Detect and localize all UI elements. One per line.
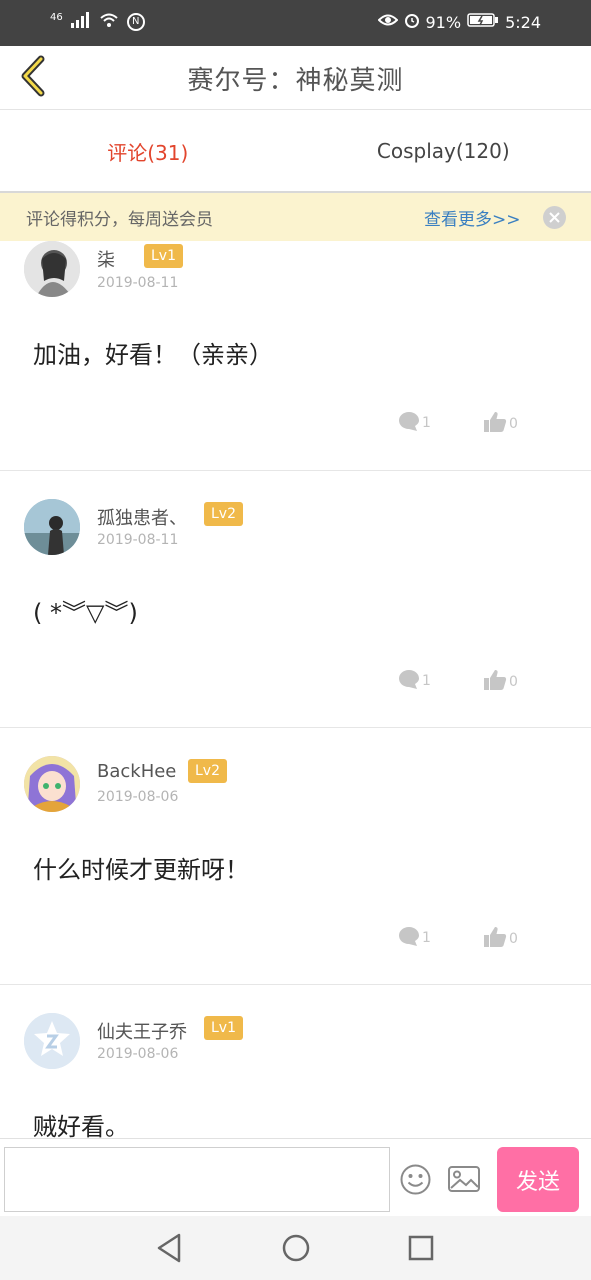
square-recents-icon xyxy=(408,1235,434,1261)
nfc-icon: N xyxy=(126,12,145,31)
comment-input[interactable] xyxy=(4,1147,390,1212)
comment-item: 柒 Lv1 2019-08-11 加油，好看！（亲亲） 1 0 xyxy=(0,241,591,471)
page-title: 赛尔号：神秘莫测 xyxy=(187,66,404,96)
emoji-button[interactable] xyxy=(400,1164,431,1199)
like-button[interactable]: 0 xyxy=(483,926,518,952)
nfc-label: N xyxy=(131,16,140,27)
signal-icon xyxy=(70,12,91,31)
reply-count-icon: 1 xyxy=(422,673,431,689)
thumbs-up-icon xyxy=(483,926,507,952)
reply-button[interactable]: 1 xyxy=(398,411,431,435)
like-button[interactable]: 0 xyxy=(483,669,518,695)
eye-icon xyxy=(377,12,398,32)
like-count-icon: 0 xyxy=(509,674,518,690)
comment-date: 2019-08-11 xyxy=(97,275,179,291)
comment-input-bar: 发送 xyxy=(0,1138,591,1216)
comment-text: 贼好看。 xyxy=(33,1113,129,1138)
level-badge: Lv2 xyxy=(188,759,227,783)
thumbs-up-icon xyxy=(483,411,507,437)
comment-item: 仙夫王子乔 Lv1 2019-08-06 贼好看。 xyxy=(0,985,591,1138)
comment-date: 2019-08-06 xyxy=(97,1046,179,1062)
circle-home-icon xyxy=(282,1234,310,1262)
like-count-icon: 0 xyxy=(509,931,518,947)
clock: 5:24 xyxy=(505,12,541,32)
image-icon xyxy=(448,1166,480,1192)
avatar[interactable] xyxy=(24,756,80,812)
avatar[interactable] xyxy=(24,241,80,297)
tab-comments[interactable]: 评论(31) xyxy=(0,111,296,191)
comment-username[interactable]: 柒 xyxy=(97,246,115,272)
level-badge: Lv2 xyxy=(204,502,243,526)
comment-date: 2019-08-06 xyxy=(97,789,179,805)
comment-list[interactable]: 柒 Lv1 2019-08-11 加油，好看！（亲亲） 1 0 孤独患者、 Lv… xyxy=(0,241,591,1138)
nav-back-button[interactable] xyxy=(155,1232,183,1268)
view-more-link[interactable]: 查看更多>> xyxy=(424,205,521,230)
battery-icon xyxy=(467,12,499,32)
reply-icon xyxy=(398,669,420,693)
battery-percent: 91% xyxy=(425,12,462,32)
close-icon xyxy=(549,208,560,227)
notice-close-button[interactable] xyxy=(543,206,566,229)
status-bar-left: 46 N xyxy=(50,12,145,31)
image-button[interactable] xyxy=(448,1166,480,1196)
triangle-back-icon xyxy=(157,1233,181,1263)
comment-date: 2019-08-11 xyxy=(97,532,179,548)
reply-button[interactable]: 1 xyxy=(398,669,431,693)
tab-cosplay[interactable]: Cosplay(120) xyxy=(296,111,591,191)
comment-username[interactable]: 仙夫王子乔 xyxy=(97,1018,187,1044)
network-type: 46 xyxy=(50,12,63,23)
nav-recents-button[interactable] xyxy=(406,1232,436,1268)
comment-item: BackHee Lv2 2019-08-06 什么时候才更新呀！ 1 0 xyxy=(0,728,591,985)
comment-text: 什么时候才更新呀！ xyxy=(33,856,249,884)
comment-username[interactable]: BackHee xyxy=(97,761,176,782)
alarm-icon xyxy=(404,12,420,32)
avatar[interactable] xyxy=(24,499,80,555)
system-nav-bar xyxy=(0,1216,591,1280)
comment-text: ( *︾▽︾) xyxy=(33,599,138,627)
tab-bar: 评论(31) Cosplay(120) xyxy=(0,111,591,193)
emoji-icon xyxy=(400,1164,431,1195)
thumbs-up-icon xyxy=(483,669,507,695)
comment-username[interactable]: 孤独患者、 xyxy=(97,504,187,530)
like-count-icon: 0 xyxy=(509,416,518,432)
level-badge: Lv1 xyxy=(204,1016,243,1040)
comment-text: 加油，好看！（亲亲） xyxy=(33,341,273,369)
like-button[interactable]: 0 xyxy=(483,411,518,437)
level-badge: Lv1 xyxy=(144,244,183,268)
wifi-icon xyxy=(99,12,119,31)
reply-count-icon: 1 xyxy=(422,930,431,946)
notice-text: 评论得积分，每周送会员 xyxy=(26,210,213,230)
reply-count-icon: 1 xyxy=(422,415,431,431)
status-bar-right: 91% 5:24 xyxy=(377,12,541,32)
reply-button[interactable]: 1 xyxy=(398,926,431,950)
notice-bar: 评论得积分，每周送会员 查看更多>> xyxy=(0,193,591,241)
status-bar: 46 N 91% 5:24 xyxy=(0,0,591,46)
reply-icon xyxy=(398,411,420,435)
comment-item: 孤独患者、 Lv2 2019-08-11 ( *︾▽︾) 1 0 xyxy=(0,471,591,728)
avatar[interactable] xyxy=(24,1013,80,1069)
nav-home-button[interactable] xyxy=(281,1232,311,1268)
reply-icon xyxy=(398,926,420,950)
send-button[interactable]: 发送 xyxy=(497,1147,579,1212)
title-bar: 赛尔号：神秘莫测 xyxy=(0,46,591,110)
